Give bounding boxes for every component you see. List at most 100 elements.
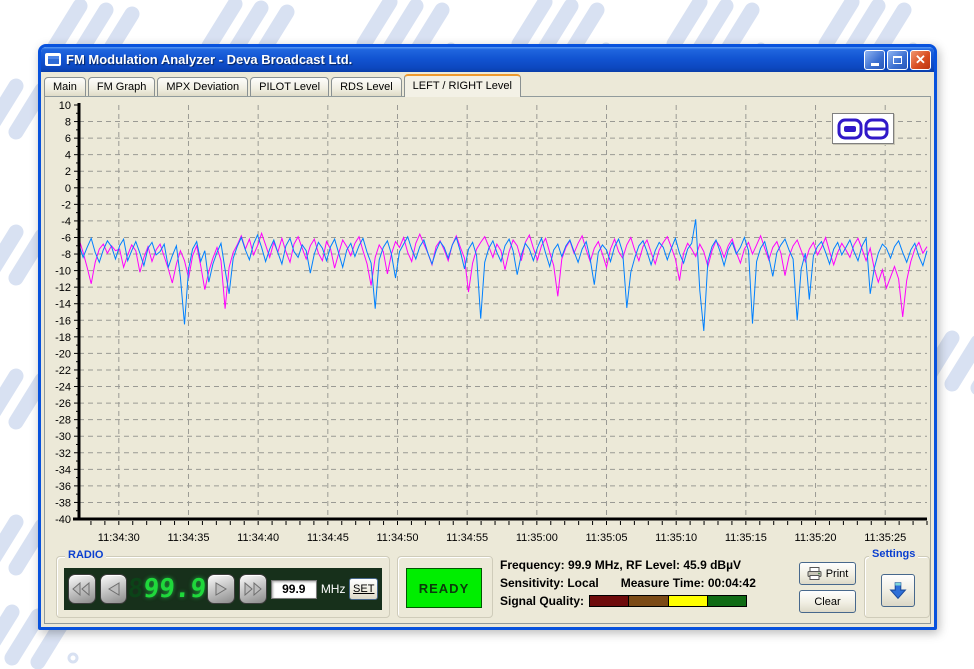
svg-text:-34: -34 (55, 464, 71, 476)
svg-text:11:34:50: 11:34:50 (376, 532, 418, 544)
status-ready: READY (406, 568, 482, 608)
svg-text:-2: -2 (61, 199, 71, 211)
deva-logo-icon (837, 118, 889, 140)
app-icon (45, 53, 61, 66)
radio-group: RADIO 899.9 (56, 556, 390, 618)
svg-text:-26: -26 (55, 398, 71, 410)
signal-quality-segment (590, 596, 629, 606)
svg-text:11:35:00: 11:35:00 (516, 532, 558, 544)
print-button-label: Print (826, 568, 849, 580)
svg-text:11:35:15: 11:35:15 (725, 532, 767, 544)
svg-text:-18: -18 (55, 332, 71, 344)
svg-text:11:34:30: 11:34:30 (98, 532, 140, 544)
frequency-display-value: 99.9 (143, 574, 208, 604)
level-chart: 10 8 6 4 2 0 -2 -4 -6 -8 -10 -12 -14 -16 -18 -20 -22 -24 -… (45, 101, 931, 549)
clear-button[interactable]: Clear (799, 590, 856, 613)
svg-text:11:35:05: 11:35:05 (586, 532, 628, 544)
close-button[interactable]: ✕ (910, 50, 931, 70)
svg-text:-32: -32 (55, 448, 71, 460)
svg-text:-40: -40 (55, 514, 71, 526)
ready-group: READY (397, 556, 493, 618)
svg-text:-12: -12 (55, 282, 71, 294)
svg-text:-22: -22 (55, 365, 71, 377)
tab-pilot-level[interactable]: PILOT Level (250, 77, 329, 96)
set-button[interactable]: SET (349, 578, 378, 600)
svg-text:-38: -38 (55, 497, 71, 509)
svg-text:-6: -6 (61, 232, 71, 244)
frequency-unit-label: MHz (321, 582, 346, 596)
settings-group: Settings (864, 556, 930, 618)
svg-text:10: 10 (59, 101, 71, 112)
radio-panel: 899.9 MHz SET (64, 568, 382, 610)
svg-text:8: 8 (65, 117, 71, 129)
svg-text:11:35:10: 11:35:10 (655, 532, 697, 544)
tab-rds-level[interactable]: RDS Level (331, 77, 402, 96)
svg-text:11:34:35: 11:34:35 (167, 532, 209, 544)
sensitivity-value: Sensitivity: Local (500, 576, 599, 590)
right-arrow-icon (213, 582, 229, 596)
tab-fm-graph[interactable]: FM Graph (88, 77, 156, 96)
app-window: FM Modulation Analyzer - Deva Broadcast … (38, 44, 937, 630)
tune-down-fast-button[interactable] (68, 574, 96, 604)
tab-main[interactable]: Main (44, 77, 86, 96)
signal-quality-segment (669, 596, 708, 606)
settings-button[interactable] (881, 574, 915, 607)
svg-text:-24: -24 (55, 382, 71, 394)
settings-group-label: Settings (869, 548, 918, 560)
svg-text:4: 4 (65, 150, 71, 162)
svg-text:11:35:25: 11:35:25 (864, 532, 906, 544)
svg-text:2: 2 (65, 166, 71, 178)
tab-mpx-deviation[interactable]: MPX Deviation (157, 77, 248, 96)
svg-text:6: 6 (65, 133, 71, 145)
svg-text:-30: -30 (55, 431, 71, 443)
status-block: Frequency: 99.9 MHz, RF Level: 45.9 dBµV… (500, 556, 800, 610)
signal-quality-segment (629, 596, 668, 606)
tab-left-right-level[interactable]: LEFT / RIGHT Level (404, 74, 521, 97)
svg-text:11:34:40: 11:34:40 (237, 532, 279, 544)
print-button[interactable]: Print (799, 562, 856, 585)
tab-page-left-right-level: 10 8 6 4 2 0 -2 -4 -6 -8 -10 -12 -14 -16 -18 -20 -22 -24 -… (44, 96, 931, 624)
svg-text:-4: -4 (61, 216, 71, 228)
svg-text:-28: -28 (55, 415, 71, 427)
signal-quality-label: Signal Quality: (500, 594, 584, 608)
radio-group-label: RADIO (65, 549, 106, 561)
frequency-status-line: Frequency: 99.9 MHz, RF Level: 45.9 dBµV (500, 556, 800, 574)
frequency-display: 899.9 (130, 573, 205, 605)
svg-text:-16: -16 (55, 315, 71, 327)
down-arrow-icon (887, 580, 909, 602)
level-chart-area: 10 8 6 4 2 0 -2 -4 -6 -8 -10 -12 -14 -16 -18 -20 -22 -24 -… (45, 101, 930, 559)
svg-text:11:34:55: 11:34:55 (446, 532, 488, 544)
sensitivity-status-line: Sensitivity: Local Measure Time: 00:04:42 (500, 574, 800, 592)
svg-text:11:35:20: 11:35:20 (795, 532, 837, 544)
svg-text:-10: -10 (55, 266, 71, 278)
printer-icon (807, 567, 822, 580)
window-title: FM Modulation Analyzer - Deva Broadcast … (66, 52, 862, 67)
svg-text:-36: -36 (55, 481, 71, 493)
tune-up-fast-button[interactable] (239, 574, 267, 604)
svg-text:-14: -14 (55, 299, 71, 311)
svg-text:11:34:45: 11:34:45 (307, 532, 349, 544)
signal-quality-bar (589, 595, 747, 607)
svg-text:0: 0 (65, 183, 71, 195)
clear-button-label: Clear (814, 596, 840, 608)
close-icon: ✕ (915, 53, 926, 66)
title-bar[interactable]: FM Modulation Analyzer - Deva Broadcast … (41, 47, 934, 72)
bottom-panel: RADIO 899.9 (45, 553, 930, 622)
tab-strip: Main FM Graph MPX Deviation PILOT Level … (41, 72, 934, 96)
signal-quality-segment (708, 596, 746, 606)
measure-time-value: Measure Time: 00:04:42 (621, 576, 756, 590)
maximize-icon (893, 56, 902, 64)
double-left-arrow-icon (72, 582, 91, 596)
frequency-input[interactable] (271, 580, 317, 599)
deva-logo (832, 113, 894, 144)
signal-quality-line: Signal Quality: (500, 592, 800, 610)
svg-text:-8: -8 (61, 249, 71, 261)
maximize-button[interactable] (887, 50, 908, 70)
minimize-button[interactable] (864, 50, 885, 70)
minimize-icon (871, 63, 879, 66)
left-arrow-icon (106, 582, 122, 596)
double-right-arrow-icon (243, 582, 262, 596)
tune-down-button[interactable] (100, 574, 128, 604)
svg-text:-20: -20 (55, 348, 71, 360)
tune-up-button[interactable] (207, 574, 235, 604)
